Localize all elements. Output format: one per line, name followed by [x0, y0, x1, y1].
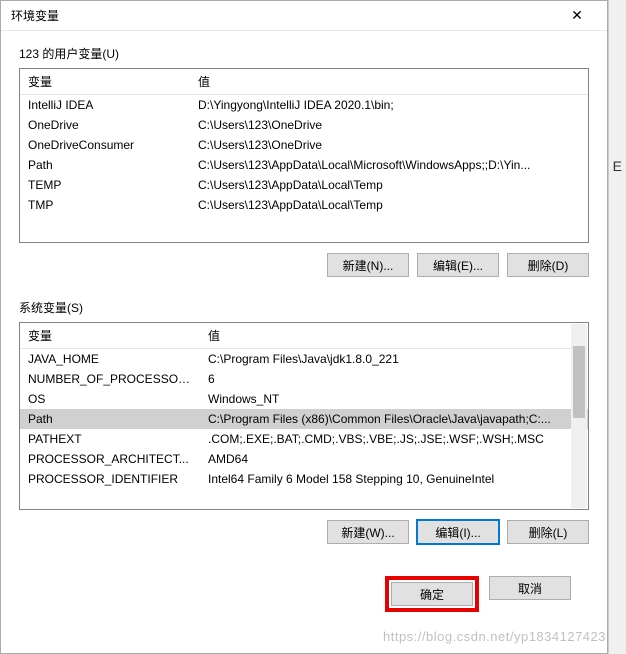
cell-value: Intel64 Family 6 Model 158 Stepping 10, … [200, 469, 588, 489]
user-delete-button[interactable]: 删除(D) [507, 253, 589, 277]
side-letter: E [613, 158, 622, 174]
user-vars-label: 123 的用户变量(U) [19, 45, 589, 62]
watermark: https://blog.csdn.net/yp1834127423 [383, 629, 606, 644]
table-row[interactable]: TEMPC:\Users\123\AppData\Local\Temp [20, 175, 588, 195]
system-scrollbar[interactable] [571, 324, 587, 508]
system-vars-label: 系统变量(S) [19, 299, 589, 316]
cell-variable: Path [20, 155, 190, 175]
scrollbar-thumb[interactable] [573, 346, 585, 418]
header-variable[interactable]: 变量 [20, 69, 190, 95]
system-vars-table[interactable]: 变量 值 JAVA_HOMEC:\Program Files\Java\jdk1… [19, 322, 589, 510]
env-vars-dialog: 环境变量 ✕ 123 的用户变量(U) 变量 值 IntelliJ IDEAD:… [0, 0, 608, 654]
cell-variable: Path [20, 409, 200, 429]
cell-value: C:\Users\123\OneDrive [190, 135, 588, 155]
cell-variable: OS [20, 389, 200, 409]
table-row[interactable]: PROCESSOR_IDENTIFIERIntel64 Family 6 Mod… [20, 469, 588, 489]
cancel-button[interactable]: 取消 [489, 576, 571, 600]
cell-value: C:\Program Files\Java\jdk1.8.0_221 [200, 349, 588, 370]
table-row[interactable]: JAVA_HOMEC:\Program Files\Java\jdk1.8.0_… [20, 349, 588, 370]
cell-variable: TMP [20, 195, 190, 215]
system-edit-button[interactable]: 编辑(I)... [417, 520, 499, 544]
dialog-title: 环境变量 [11, 7, 557, 24]
system-buttons-row: 新建(W)... 编辑(I)... 删除(L) [19, 520, 589, 544]
system-vars-section: 系统变量(S) 变量 值 JAVA_HOMEC:\Program Files\J… [19, 299, 589, 556]
cell-variable: PROCESSOR_ARCHITECT... [20, 449, 200, 469]
cell-variable: OneDrive [20, 115, 190, 135]
close-icon[interactable]: ✕ [557, 2, 597, 30]
cell-variable: PATHEXT [20, 429, 200, 449]
system-new-button[interactable]: 新建(W)... [327, 520, 409, 544]
titlebar: 环境变量 ✕ [1, 1, 607, 31]
ok-highlight: 确定 [385, 576, 479, 612]
table-row[interactable]: TMPC:\Users\123\AppData\Local\Temp [20, 195, 588, 215]
cell-value: .COM;.EXE;.BAT;.CMD;.VBS;.VBE;.JS;.JSE;.… [200, 429, 588, 449]
header-value[interactable]: 值 [190, 69, 588, 95]
ok-button[interactable]: 确定 [391, 582, 473, 606]
dialog-bottom-buttons: 确定 取消 [19, 566, 589, 628]
system-delete-button[interactable]: 删除(L) [507, 520, 589, 544]
cell-variable: PROCESSOR_IDENTIFIER [20, 469, 200, 489]
side-strip [608, 0, 626, 654]
cell-variable: TEMP [20, 175, 190, 195]
cell-value: C:\Program Files (x86)\Common Files\Orac… [200, 409, 588, 429]
cell-variable: NUMBER_OF_PROCESSORS [20, 369, 200, 389]
table-row[interactable]: OSWindows_NT [20, 389, 588, 409]
cell-value: D:\Yingyong\IntelliJ IDEA 2020.1\bin; [190, 95, 588, 116]
user-vars-section: 123 的用户变量(U) 变量 值 IntelliJ IDEAD:\Yingyo… [19, 45, 589, 289]
table-row[interactable]: NUMBER_OF_PROCESSORS6 [20, 369, 588, 389]
cell-variable: IntelliJ IDEA [20, 95, 190, 116]
table-header-row: 变量 值 [20, 69, 588, 95]
table-row[interactable]: PATHEXT.COM;.EXE;.BAT;.CMD;.VBS;.VBE;.JS… [20, 429, 588, 449]
user-buttons-row: 新建(N)... 编辑(E)... 删除(D) [19, 253, 589, 277]
table-row[interactable]: IntelliJ IDEAD:\Yingyong\IntelliJ IDEA 2… [20, 95, 588, 116]
table-row[interactable]: PathC:\Users\123\AppData\Local\Microsoft… [20, 155, 588, 175]
cell-value: C:\Users\123\AppData\Local\Temp [190, 175, 588, 195]
table-row[interactable]: PathC:\Program Files (x86)\Common Files\… [20, 409, 588, 429]
dialog-content: 123 的用户变量(U) 变量 值 IntelliJ IDEAD:\Yingyo… [1, 31, 607, 653]
cell-variable: JAVA_HOME [20, 349, 200, 370]
cell-value: C:\Users\123\AppData\Local\Microsoft\Win… [190, 155, 588, 175]
user-edit-button[interactable]: 编辑(E)... [417, 253, 499, 277]
user-new-button[interactable]: 新建(N)... [327, 253, 409, 277]
user-vars-table[interactable]: 变量 值 IntelliJ IDEAD:\Yingyong\IntelliJ I… [19, 68, 589, 243]
cell-variable: OneDriveConsumer [20, 135, 190, 155]
cell-value: AMD64 [200, 449, 588, 469]
header-variable[interactable]: 变量 [20, 323, 200, 349]
cell-value: C:\Users\123\AppData\Local\Temp [190, 195, 588, 215]
cell-value: C:\Users\123\OneDrive [190, 115, 588, 135]
table-row[interactable]: OneDriveConsumerC:\Users\123\OneDrive [20, 135, 588, 155]
cell-value: 6 [200, 369, 588, 389]
header-value[interactable]: 值 [200, 323, 588, 349]
table-row[interactable]: OneDriveC:\Users\123\OneDrive [20, 115, 588, 135]
table-row[interactable]: PROCESSOR_ARCHITECT...AMD64 [20, 449, 588, 469]
cell-value: Windows_NT [200, 389, 588, 409]
table-header-row: 变量 值 [20, 323, 588, 349]
